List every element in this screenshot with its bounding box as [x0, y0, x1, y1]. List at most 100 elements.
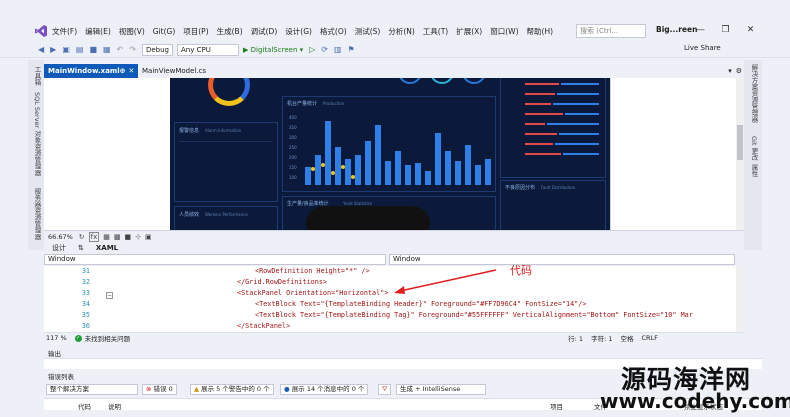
- element-type-select[interactable]: Window: [44, 254, 386, 265]
- snap-lines-icon[interactable]: ⊹: [135, 233, 141, 241]
- menu-build[interactable]: 生成(B): [217, 26, 243, 37]
- swap-panes-icon[interactable]: ⇅: [78, 244, 84, 252]
- sql-explorer-tab[interactable]: SQL Server 对象资源管理器: [32, 92, 42, 176]
- hot-reload-icon[interactable]: ⟳: [321, 45, 328, 54]
- view-switcher: 设计 ⇅ XAML: [44, 242, 744, 254]
- back-icon[interactable]: ◀: [38, 45, 44, 54]
- errors-filter-button[interactable]: ⊗ 错误 0: [142, 384, 177, 395]
- menu-file[interactable]: 文件(F): [52, 26, 77, 37]
- char-indicator: 字符: 1: [591, 335, 613, 343]
- menu-edit[interactable]: 编辑(E): [85, 26, 111, 37]
- build-filter-select[interactable]: 生成 + IntelliSense: [396, 384, 486, 395]
- line-number: 33: [81, 289, 90, 297]
- open-file-icon[interactable]: ▤: [76, 45, 84, 54]
- redo-icon[interactable]: ↷: [129, 45, 136, 54]
- tab-label: MainWindow.xaml: [48, 67, 120, 75]
- grid-icon[interactable]: ▦: [103, 233, 110, 241]
- annotation-arrow-icon: [394, 269, 497, 294]
- tab-mainviewmodel-cs[interactable]: MainViewModel.cs: [138, 64, 210, 78]
- refresh-icon[interactable]: ↻: [79, 233, 85, 241]
- alarm-panel: 报警信息 Alarm Information: [174, 122, 278, 202]
- warnings-filter-button[interactable]: ▲ 展示 5 个警告中的 0 个: [190, 384, 274, 395]
- new-project-icon[interactable]: ▣: [62, 45, 70, 54]
- artboard-icon[interactable]: ■: [125, 233, 132, 241]
- menu-project[interactable]: 项目(P): [183, 26, 208, 37]
- editor-vertical-scrollbar[interactable]: [736, 266, 744, 332]
- tab-overflow-icon[interactable]: ▾: [728, 67, 732, 75]
- line-number: 35: [81, 311, 90, 319]
- tab-design[interactable]: 设计: [52, 243, 66, 253]
- errors-filter-label: 错误 0: [153, 385, 173, 393]
- xaml-tools-icon[interactable]: ▥: [334, 45, 342, 54]
- left-tool-strip: 工具箱 SQL Server 对象资源管理器 服务器资源管理器: [28, 60, 44, 250]
- gauge-ring: [398, 78, 422, 84]
- menu-window[interactable]: 窗口(W): [490, 26, 518, 37]
- error-scope-select[interactable]: 整个解决方案: [46, 384, 138, 395]
- element-member-select[interactable]: Window: [389, 254, 735, 265]
- close-tab-icon[interactable]: ✕: [128, 64, 134, 78]
- start-without-debugging-icon[interactable]: ▷: [309, 45, 315, 54]
- start-debugging-button[interactable]: ▶ DigitalScreen ▾: [243, 46, 303, 54]
- code-text: </Grid.RowDefinitions>: [237, 278, 328, 286]
- column-description[interactable]: 说明: [108, 401, 121, 411]
- menu-extensions[interactable]: 扩展(X): [456, 26, 482, 37]
- visual-studio-logo-icon: [35, 25, 47, 37]
- column-code[interactable]: 代码: [78, 401, 91, 411]
- code-text: <RowDefinition Height="*" />: [255, 267, 370, 275]
- filter-icon[interactable]: ⛛: [378, 384, 392, 395]
- annotation-label: 代码: [510, 264, 532, 277]
- collapse-region-icon[interactable]: −: [106, 292, 113, 299]
- editor-zoom-select[interactable]: 117 %: [46, 334, 67, 342]
- error-icon: ⊗: [146, 385, 152, 393]
- issues-status[interactable]: 未找到相关问题: [85, 333, 131, 343]
- column-project[interactable]: 项目: [550, 401, 563, 411]
- device-icon[interactable]: ▣: [145, 233, 152, 241]
- pin-icon[interactable]: ⊕: [120, 64, 126, 78]
- menu-format[interactable]: 格式(O): [320, 26, 347, 37]
- close-button[interactable]: ✕: [738, 25, 763, 35]
- messages-filter-button[interactable]: ● 展示 14 个消息中的 0 个: [280, 384, 369, 395]
- git-changes-tab[interactable]: Git 更改: [749, 136, 759, 160]
- platform-select[interactable]: Any CPU: [177, 43, 239, 56]
- restore-button[interactable]: ❐: [713, 25, 738, 35]
- panel-title: 报警信息: [179, 128, 200, 134]
- designer-scroll-thumb[interactable]: [737, 125, 743, 160]
- minimize-button[interactable]: —: [688, 25, 713, 35]
- menu-analyze[interactable]: 分析(N): [388, 26, 414, 37]
- snap-grid-icon[interactable]: ▩: [114, 233, 121, 241]
- menu-help[interactable]: 帮助(H): [527, 26, 554, 37]
- fault-panel: 不良原因分布 Fault Distribution: [500, 180, 606, 230]
- save-icon[interactable]: ■: [89, 45, 97, 54]
- menu-git[interactable]: Git(G): [153, 27, 176, 36]
- main-menu: 文件(F) 编辑(E) 视图(V) Git(G) 项目(P) 生成(B) 调试(…: [52, 22, 561, 40]
- menu-test[interactable]: 测试(S): [355, 26, 381, 37]
- solution-explorer-tab[interactable]: 解决方案资源管理器: [749, 64, 759, 123]
- effects-toggle[interactable]: fx: [88, 231, 100, 242]
- forward-icon[interactable]: ▶: [50, 45, 56, 54]
- tab-xaml[interactable]: XAML: [96, 244, 118, 252]
- designer-zoom-select[interactable]: 66.67%: [48, 233, 73, 241]
- line-indicator: 行: 1: [568, 335, 584, 343]
- live-share-button[interactable]: Live Share: [684, 44, 721, 52]
- whitespace-indicator[interactable]: 空格: [620, 333, 633, 343]
- menu-debug[interactable]: 调试(D): [251, 26, 278, 37]
- panel-subtitle: Workers Performance: [205, 212, 248, 217]
- toolbox-tab[interactable]: 工具箱: [32, 66, 42, 86]
- gauge-ring: [430, 78, 454, 84]
- search-input[interactable]: 搜索 (Ctrl...: [576, 24, 646, 38]
- tab-mainwindow-xaml[interactable]: MainWindow.xaml ⊕ ✕: [44, 64, 138, 78]
- menu-design[interactable]: 设计(G): [285, 26, 312, 37]
- settings-icon[interactable]: ⚙: [736, 67, 742, 75]
- line-number: 34: [81, 300, 90, 308]
- menu-view[interactable]: 视图(V): [119, 26, 145, 37]
- server-explorer-tab[interactable]: 服务器资源管理器: [32, 188, 42, 240]
- warning-icon: ▲: [194, 385, 199, 393]
- editor-status-bar: 117 % ✓ 未找到相关问题 行: 1 字符: 1 空格 CRLF: [44, 332, 744, 343]
- configuration-select[interactable]: Debug: [141, 43, 173, 56]
- save-all-icon[interactable]: ▦: [103, 45, 111, 54]
- bookmark-icon[interactable]: ⚑: [348, 45, 355, 54]
- undo-icon[interactable]: ↶: [117, 45, 124, 54]
- properties-tab[interactable]: 属性: [749, 164, 759, 177]
- menu-tools[interactable]: 工具(T): [423, 26, 448, 37]
- line-ending-indicator[interactable]: CRLF: [641, 334, 657, 342]
